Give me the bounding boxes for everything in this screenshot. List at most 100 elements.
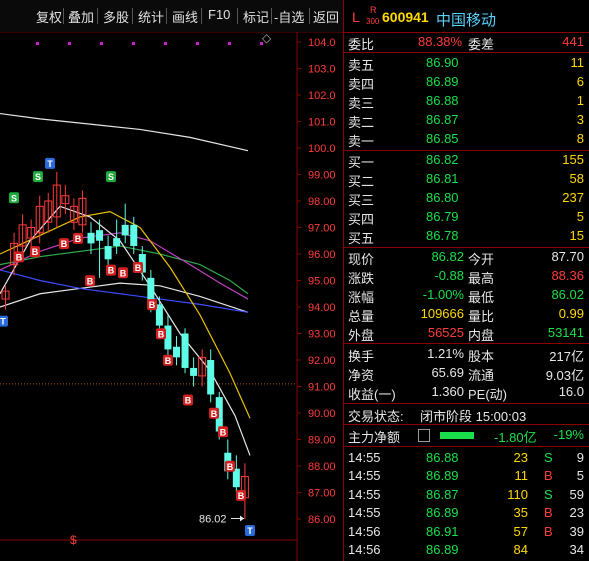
stat-row: 换手 1.21% 股本 217亿 (348, 346, 584, 364)
level-label: 买三 (348, 193, 375, 208)
level-price: 86.88 (426, 93, 459, 108)
draw-line-button[interactable]: 画线 (172, 7, 198, 26)
trade-status-row: 交易状态: 闭市阶段 15:00:03 (348, 406, 584, 424)
tick-time: 14:56 (348, 542, 381, 557)
price-tick-label: 97.00 (308, 223, 336, 235)
stat-row: 净资 65.69 流通 9.03亿 (348, 365, 584, 383)
level-label: 买五 (348, 231, 375, 246)
level-price: 86.81 (426, 171, 459, 186)
level-price: 86.87 (426, 112, 459, 127)
list-icon[interactable] (418, 429, 430, 442)
sell-level-row[interactable]: 卖五 86.90 11 (348, 55, 584, 73)
tick-price: 86.91 (426, 523, 459, 539)
r-flag: R (370, 5, 377, 15)
buy-signal-marker-text: B (75, 234, 82, 244)
level-volume: 6 (576, 74, 584, 89)
main-flow-row: 主力净额 -1.80亿 -19% (348, 427, 584, 445)
level-volume: 58 (569, 171, 584, 186)
sell-level-row[interactable]: 卖三 86.88 1 (348, 93, 584, 111)
buy-level-row[interactable]: 买一 86.82 155 (348, 152, 584, 170)
stock-name[interactable]: 中国移动 (436, 9, 496, 30)
kline-chart[interactable]: 104.0 103.0 102.0 101.0 100.0 99.00 98.00 97.00… (0, 32, 343, 561)
buy-level-row[interactable]: 买四 86.79 5 (348, 209, 584, 227)
flow-bar (440, 432, 474, 439)
f10-button[interactable]: F10 (208, 7, 230, 22)
tick-time: 14:55 (348, 468, 381, 484)
mark-button[interactable]: 标记 (243, 7, 269, 26)
tick-row: 14:55 86.88 23 S 9 (348, 450, 584, 468)
level-price: 86.85 (426, 131, 459, 146)
buy-signal-marker-text: B (211, 409, 218, 419)
price-tick-label: 99.00 (308, 170, 336, 182)
candle-body (121, 224, 129, 236)
tick-row: 14:55 86.89 11 B 5 (348, 468, 584, 486)
tick-side: S (544, 450, 553, 465)
tick-side: S (544, 486, 553, 502)
stats-button[interactable]: 统计 (138, 7, 164, 26)
marker-dot (228, 42, 231, 45)
level-price: 86.78 (426, 228, 459, 243)
overlay-button[interactable]: 叠加 (68, 7, 94, 26)
tick-count: 34 (569, 542, 584, 557)
level-label: 卖一 (348, 134, 375, 149)
buy-signal-marker-text: B (32, 247, 39, 257)
tick-price: 86.89 (426, 505, 459, 521)
buy-signal-marker-text: B (165, 356, 172, 366)
tick-volume: 84 (513, 542, 528, 557)
quote-value: 87.70 (551, 249, 584, 264)
tick-price: 86.87 (426, 486, 459, 502)
ma-magenta (0, 232, 249, 300)
level-label: 买一 (348, 155, 375, 170)
level-price: 86.79 (426, 209, 459, 224)
quote-label: 最高 (468, 271, 495, 286)
sell-signal-marker-text: S (11, 193, 17, 203)
candle-body (87, 232, 95, 244)
stock-header: L R 300 600941 中国移动 (348, 5, 584, 30)
sell-level-row[interactable]: 卖一 86.85 8 (348, 131, 584, 149)
tick-row: 14:55 86.89 35 B 23 (348, 505, 584, 523)
sell-signal-marker-text: S (108, 172, 114, 182)
tick-side: B (544, 505, 553, 521)
stat-value: 1.21% (427, 346, 464, 361)
buy-level-row[interactable]: 买三 86.80 237 (348, 190, 584, 208)
price-tick-label: 101.0 (308, 117, 336, 129)
quote-value: 86.82 (431, 249, 464, 264)
buy-level-row[interactable]: 买五 86.78 15 (348, 228, 584, 246)
price-tick-label: 100.0 (308, 143, 336, 155)
low-arrow-head (240, 515, 244, 522)
buy-signal-marker-text: B (108, 266, 115, 276)
quote-value: 53141 (547, 325, 584, 340)
quote-value: -1.00% (422, 287, 464, 302)
price-tick-label: 96.00 (308, 249, 336, 261)
price-tick-label: 98.00 (308, 196, 336, 208)
add-watchlist-button[interactable]: -自选 (274, 7, 304, 26)
sell-level-row[interactable]: 卖四 86.89 6 (348, 74, 584, 92)
quote-row: 涨跌 -0.88 最高 88.36 (348, 268, 584, 286)
tick-time: 14:55 (348, 486, 381, 502)
stat-label: 股本 (468, 349, 495, 364)
sell-level-row[interactable]: 卖二 86.87 3 (348, 112, 584, 130)
tick-count: 23 (569, 505, 584, 521)
multi-stock-button[interactable]: 多股 (103, 7, 129, 26)
stat-value: 16.0 (558, 384, 584, 399)
price-tick-label: 92.00 (308, 355, 336, 367)
marker-dot (196, 42, 199, 45)
candle-body (190, 367, 198, 376)
weidiff-value: 441 (562, 34, 584, 49)
back-button[interactable]: 返回 (313, 7, 339, 26)
tick-time: 14:55 (348, 450, 381, 465)
main-flow-value: -1.80亿 (494, 430, 537, 445)
price-tick-label: 103.0 (308, 64, 336, 76)
buy-level-row[interactable]: 买二 86.81 58 (348, 171, 584, 189)
quote-value: 56525 (427, 325, 464, 340)
tick-price: 86.89 (426, 468, 459, 484)
level-volume: 1 (576, 93, 584, 108)
fuquan-button[interactable]: 复权 (36, 7, 62, 26)
level-label: 卖三 (348, 96, 375, 111)
quote-label: 外盘 (348, 328, 375, 343)
tick-side: B (544, 468, 553, 484)
tick-time: 14:56 (348, 523, 381, 539)
level-volume: 237 (562, 190, 584, 205)
stat-label: PE(动) (468, 387, 508, 402)
price-tick-label: 94.00 (308, 302, 336, 314)
